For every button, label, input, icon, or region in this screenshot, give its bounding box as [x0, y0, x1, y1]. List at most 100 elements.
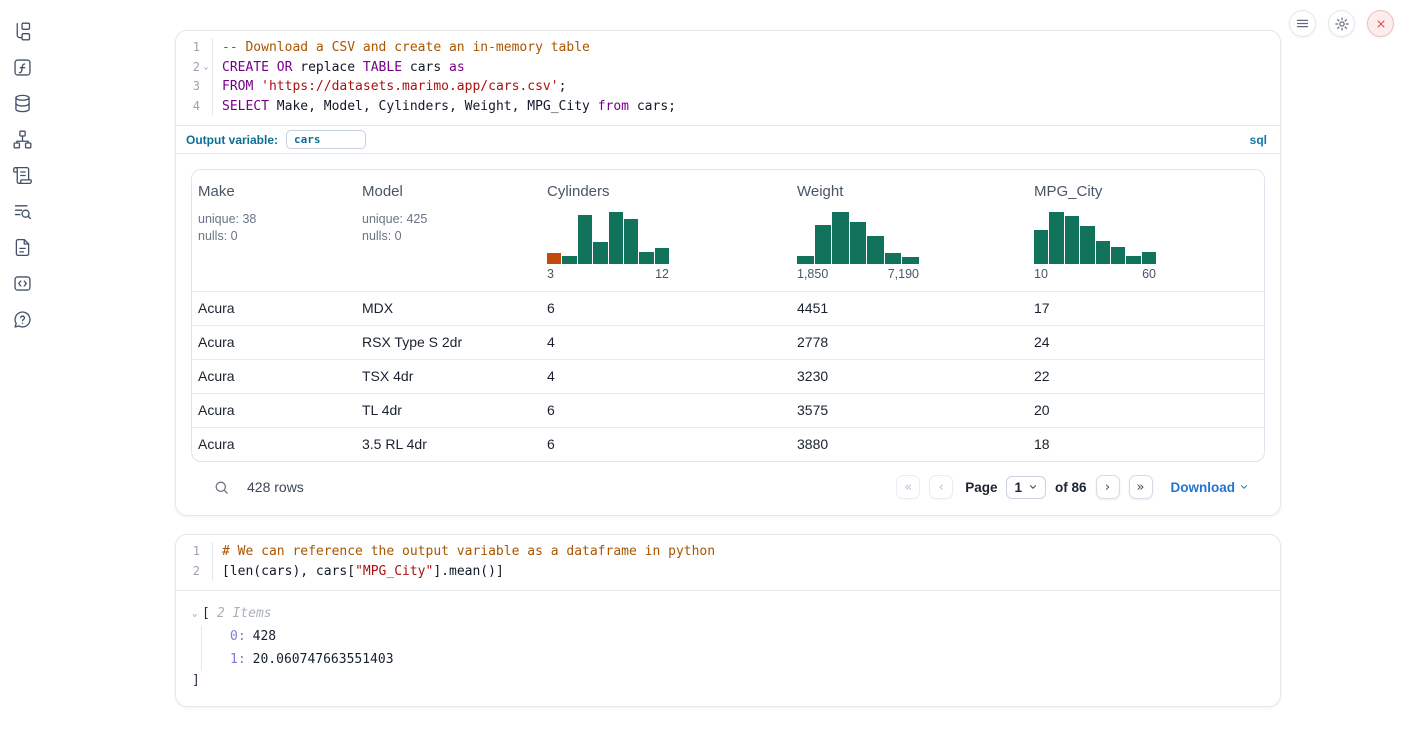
- histogram-bar[interactable]: [562, 256, 576, 264]
- axis-min-label: 3: [547, 267, 554, 281]
- fold-chevron-icon[interactable]: ⌄: [200, 58, 212, 78]
- column-stat: nulls: 0: [362, 228, 535, 245]
- snippets-icon[interactable]: [12, 273, 33, 294]
- column-header[interactable]: Weight1,8507,190: [791, 170, 1028, 291]
- histogram-bar[interactable]: [639, 252, 653, 264]
- next-page-button[interactable]: ›: [1096, 475, 1120, 499]
- page-select[interactable]: 1: [1006, 476, 1046, 499]
- table-cell: Acura: [192, 394, 356, 427]
- code-line[interactable]: 2 [len(cars), cars["MPG_City"].mean()]: [176, 562, 1280, 582]
- sidebar: [0, 0, 44, 330]
- collapse-chevron-icon[interactable]: ⌄: [192, 604, 202, 624]
- first-page-button[interactable]: «: [896, 475, 920, 499]
- page-select-value: 1: [1014, 480, 1022, 495]
- histogram-bar[interactable]: [867, 236, 884, 264]
- column-header[interactable]: Makeunique: 38nulls: 0: [192, 170, 356, 291]
- download-button[interactable]: Download: [1171, 480, 1250, 495]
- output-entry: 0:428: [230, 626, 1264, 649]
- histogram-bar[interactable]: [1142, 252, 1156, 264]
- table-header: Makeunique: 38nulls: 0Modelunique: 425nu…: [192, 170, 1264, 291]
- gear-icon: [1334, 16, 1350, 32]
- help-icon[interactable]: [12, 309, 33, 330]
- table-cell: 4451: [791, 292, 1028, 325]
- code-line[interactable]: 1# We can reference the output variable …: [176, 542, 1280, 562]
- histogram-bar[interactable]: [578, 215, 592, 264]
- histogram-bar[interactable]: [1126, 256, 1140, 264]
- code-token: [253, 79, 261, 94]
- column-header[interactable]: Cylinders312: [541, 170, 791, 291]
- chevron-down-icon: [1239, 482, 1249, 492]
- code-token: CREATE: [222, 60, 269, 75]
- log-search-icon[interactable]: [12, 201, 33, 222]
- histogram-bar[interactable]: [593, 242, 607, 264]
- sql-cell: 1-- Download a CSV and create an in-memo…: [175, 30, 1281, 516]
- histogram-bar[interactable]: [1065, 216, 1079, 264]
- line-number-gutter: 3: [176, 77, 213, 97]
- settings-button[interactable]: [1328, 10, 1355, 37]
- histogram-bar[interactable]: [655, 248, 669, 264]
- code-line[interactable]: 1-- Download a CSV and create an in-memo…: [176, 38, 1280, 58]
- axis-max-label: 60: [1142, 267, 1156, 281]
- line-number-gutter: 1: [176, 542, 213, 562]
- histogram-bar[interactable]: [1096, 241, 1110, 264]
- code-line[interactable]: 3FROM 'https://datasets.marimo.app/cars.…: [176, 77, 1280, 97]
- table-row[interactable]: AcuraMDX6445117: [192, 291, 1264, 325]
- table-row[interactable]: AcuraTL 4dr6357520: [192, 393, 1264, 427]
- column-title: Cylinders: [547, 183, 785, 200]
- open-bracket: [: [202, 604, 210, 624]
- function-icon[interactable]: [12, 57, 33, 78]
- output-variable-row: Output variable: sql: [176, 125, 1280, 153]
- script-icon[interactable]: [12, 165, 33, 186]
- code-token: cars: [402, 60, 449, 75]
- line-number-gutter: 2: [176, 562, 213, 582]
- table-row[interactable]: AcuraTSX 4dr4323022: [192, 359, 1264, 393]
- histogram-bar[interactable]: [797, 256, 814, 264]
- language-badge[interactable]: sql: [1250, 133, 1267, 147]
- column-stats: unique: 425nulls: 0: [362, 211, 535, 244]
- column-header[interactable]: Modelunique: 425nulls: 0: [356, 170, 541, 291]
- table-row[interactable]: Acura3.5 RL 4dr6388018: [192, 427, 1264, 461]
- python-code-editor[interactable]: 1# We can reference the output variable …: [176, 535, 1280, 590]
- histogram-bar[interactable]: [832, 212, 849, 264]
- code-text: [len(cars), cars["MPG_City"].mean()]: [213, 562, 504, 582]
- document-icon[interactable]: [12, 237, 33, 258]
- histogram-bar[interactable]: [815, 225, 832, 264]
- line-number: 2: [176, 58, 200, 78]
- code-token: [269, 60, 277, 75]
- notebook: 1-- Download a CSV and create an in-memo…: [175, 30, 1281, 707]
- shutdown-button[interactable]: [1367, 10, 1394, 37]
- database-icon[interactable]: [12, 93, 33, 114]
- histogram-bar[interactable]: [850, 222, 867, 264]
- histogram-bar[interactable]: [1080, 226, 1094, 264]
- row-count: 428 rows: [247, 479, 304, 495]
- table-cell: 3230: [791, 360, 1028, 393]
- histogram-bar[interactable]: [1111, 247, 1125, 264]
- histogram-bar[interactable]: [885, 253, 902, 264]
- last-page-button[interactable]: »: [1129, 475, 1153, 499]
- entry-key: 1:: [230, 652, 246, 667]
- prev-page-button[interactable]: ‹: [929, 475, 953, 499]
- histogram-bar[interactable]: [902, 257, 919, 264]
- histogram-bar[interactable]: [1049, 212, 1063, 264]
- histogram-bar[interactable]: [609, 212, 623, 264]
- code-line[interactable]: 4SELECT Make, Model, Cylinders, Weight, …: [176, 97, 1280, 117]
- page-label: Page: [965, 480, 997, 495]
- search-icon[interactable]: [213, 479, 230, 496]
- hierarchy-icon[interactable]: [12, 129, 33, 150]
- menu-button[interactable]: [1289, 10, 1316, 37]
- column-histogram: 1,8507,190: [797, 212, 919, 281]
- code-line[interactable]: 2⌄CREATE OR replace TABLE cars as: [176, 58, 1280, 78]
- python-cell: 1# We can reference the output variable …: [175, 534, 1281, 707]
- column-header[interactable]: MPG_City1060: [1028, 170, 1264, 291]
- histogram-bar[interactable]: [624, 219, 638, 264]
- histogram-bar[interactable]: [1034, 230, 1048, 264]
- histogram-axis: 1060: [1034, 267, 1156, 281]
- axis-max-label: 7,190: [888, 267, 919, 281]
- sql-code-editor[interactable]: 1-- Download a CSV and create an in-memo…: [176, 31, 1280, 125]
- file-tree-icon[interactable]: [12, 21, 33, 42]
- histogram-bar[interactable]: [547, 253, 561, 264]
- output-variable-input[interactable]: [286, 130, 366, 149]
- tree-head: ⌄ [ 2 Items: [192, 604, 1264, 624]
- table-row[interactable]: AcuraRSX Type S 2dr4277824: [192, 325, 1264, 359]
- line-number: 2: [176, 562, 200, 582]
